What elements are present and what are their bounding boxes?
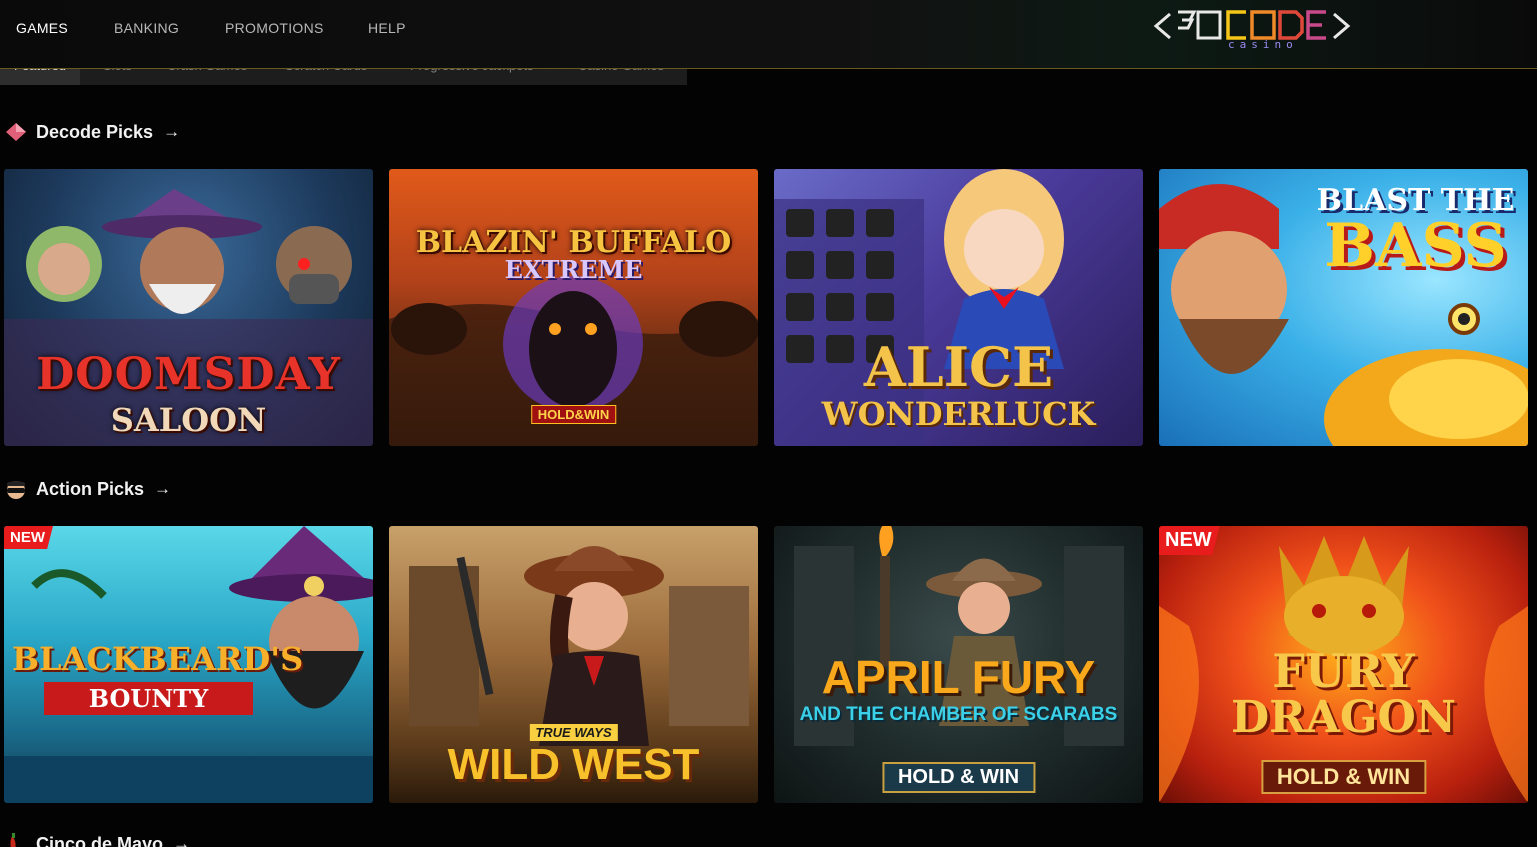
game-subtitle: WONDERLUCK <box>821 395 1096 433</box>
new-badge: NEW <box>4 526 53 549</box>
nav-promotions[interactable]: PROMOTIONS <box>225 20 324 36</box>
section-title: Action Picks <box>36 478 145 499</box>
section-header-action-picks[interactable]: Action Picks → <box>4 477 171 501</box>
game-title: BLACKBEARD'S <box>12 640 304 678</box>
nav-help[interactable]: HELP <box>368 20 406 36</box>
arrow-right-icon: → <box>173 834 191 847</box>
hold-and-win-badge: HOLD & WIN <box>1260 760 1427 794</box>
game-title: ALICE <box>863 335 1054 399</box>
hold-and-win-badge: HOLD & WIN <box>881 762 1036 793</box>
diamond-icon <box>6 123 26 141</box>
game-tile-fury-dragon[interactable]: NEW FURY DRAGON HOLD & WIN <box>1159 526 1528 803</box>
game-title: FURY <box>1272 644 1415 698</box>
nav-games[interactable]: GAMES <box>16 20 68 36</box>
game-tile-april-fury[interactable]: APRIL FURY AND THE CHAMBER OF SCARABS HO… <box>774 526 1143 803</box>
game-subtitle: SALOON <box>110 401 267 439</box>
game-tile-blast-the-bass[interactable]: BLAST THE BASS <box>1159 169 1528 446</box>
game-tile-blackbeards-bounty[interactable]: NEW BLACKBEARD'S BOUNTY <box>4 526 373 803</box>
game-tile-doomsday-saloon[interactable]: DOOMSDAY SALOON <box>4 169 373 446</box>
true-ways-badge: TRUE WAYS <box>529 724 618 741</box>
game-subtitle: BASS <box>1324 211 1507 281</box>
logo-tagline: casino <box>1228 38 1298 51</box>
section-title: Cinco de Mayo <box>36 833 164 847</box>
game-subtitle: AND THE CHAMBER OF SCARABS <box>799 704 1118 725</box>
arrow-right-icon: → <box>154 479 172 498</box>
game-tile-alice-wonderluck[interactable]: ALICE WONDERLUCK <box>774 169 1143 446</box>
section-title: Decode Picks <box>36 121 154 142</box>
game-title: WILD WEST <box>447 740 700 789</box>
game-subtitle: DRAGON <box>1231 692 1456 743</box>
game-subtitle: BOUNTY <box>44 682 253 715</box>
game-tile-wild-west[interactable]: TRUE WAYS WILD WEST <box>389 526 758 803</box>
hold-and-win-badge: HOLD&WIN <box>530 405 617 424</box>
section-header-decode-picks[interactable]: Decode Picks → <box>4 120 180 144</box>
chili-icon <box>10 833 16 847</box>
game-subtitle: EXTREME <box>504 255 643 284</box>
nav-banking[interactable]: BANKING <box>114 20 179 36</box>
top-navbar: GAMES BANKING PROMOTIONS HELP casino <box>0 0 1537 69</box>
bandit-mask-icon <box>7 481 25 499</box>
new-badge: NEW <box>1159 526 1220 555</box>
game-tile-blazin-buffalo-extreme[interactable]: BLAZIN' BUFFALO EXTREME HOLD&WIN <box>389 169 758 446</box>
arrow-right-icon: → <box>163 122 181 141</box>
game-title: DOOMSDAY <box>36 349 341 400</box>
section-header-cinco-de-mayo[interactable]: Cinco de Mayo → <box>4 832 190 847</box>
game-title: APRIL FURY <box>821 651 1096 703</box>
